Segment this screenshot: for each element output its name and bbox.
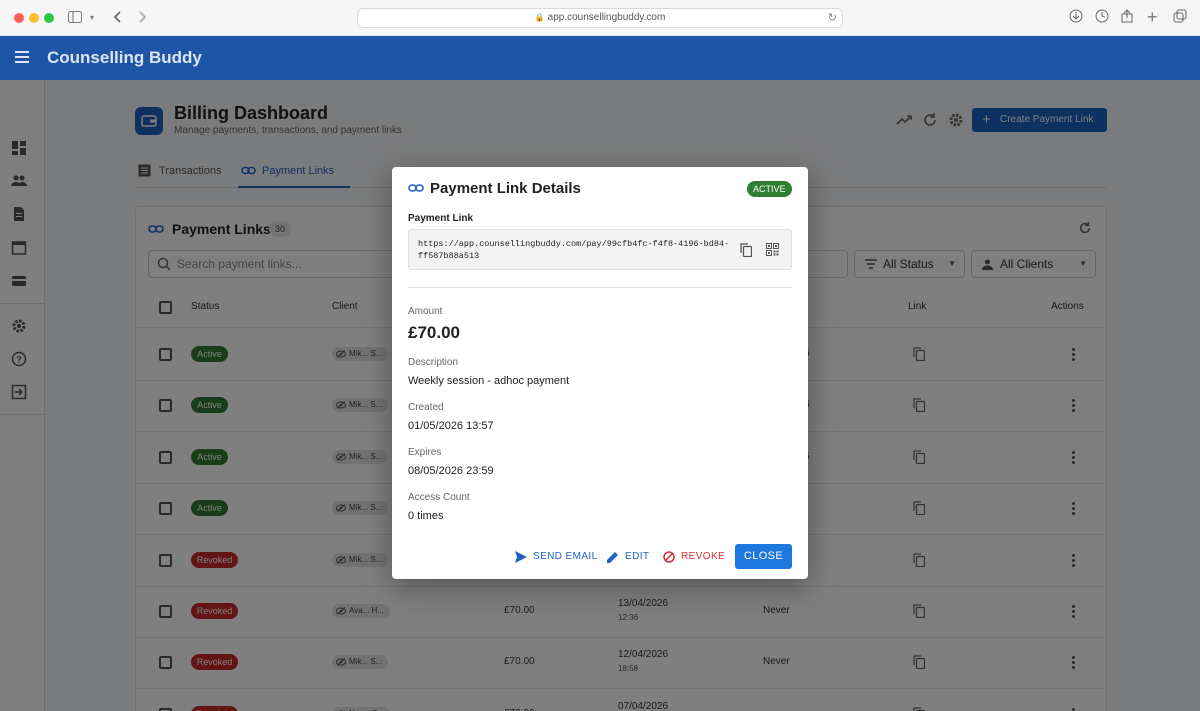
edit-button[interactable]: EDIT xyxy=(607,550,649,564)
forward-icon[interactable] xyxy=(137,8,147,28)
sidebar-toggle-icon[interactable] xyxy=(68,8,82,28)
share-icon[interactable] xyxy=(1121,8,1133,28)
app-bar: Counselling Buddy xyxy=(0,36,1200,80)
new-tab-icon[interactable]: + xyxy=(1147,8,1158,26)
expires-value: 08/05/2026 23:59 xyxy=(408,465,494,477)
edit-icon xyxy=(607,552,618,563)
copy-icon[interactable] xyxy=(740,243,753,262)
payment-link-details-dialog: Payment Link Details ACTIVE Payment Link… xyxy=(392,167,808,579)
edit-label: EDIT xyxy=(625,551,650,562)
payment-link-url[interactable]: https://app.counsellingbuddy.com/pay/99c… xyxy=(418,238,733,262)
amount-value: £70.00 xyxy=(408,323,460,342)
created-value: 01/05/2026 13:57 xyxy=(408,420,494,432)
description-label: Description xyxy=(408,357,459,368)
back-icon[interactable] xyxy=(113,8,123,28)
reload-icon[interactable]: ↻ xyxy=(828,9,837,27)
minimize-window-button[interactable] xyxy=(29,13,39,23)
maximize-window-button[interactable] xyxy=(44,13,54,23)
send-email-button[interactable]: SEND EMAIL xyxy=(515,550,598,564)
send-icon xyxy=(515,551,527,563)
dialog-title: Payment Link Details xyxy=(430,180,581,197)
link-icon xyxy=(408,184,424,192)
access-count-label: Access Count xyxy=(408,492,470,503)
block-icon xyxy=(663,551,675,563)
address-bar[interactable]: 🔒 app.counsellingbuddy.com ↻ xyxy=(357,8,843,28)
url-text: app.counsellingbuddy.com xyxy=(547,12,666,23)
close-button[interactable]: CLOSE xyxy=(735,544,792,569)
browser-chrome: ▾ 🔒 app.counsellingbuddy.com ↻ + xyxy=(0,0,1200,36)
download-icon[interactable] xyxy=(1069,8,1083,28)
created-label: Created xyxy=(408,402,444,413)
tabs-overview-icon[interactable] xyxy=(1173,8,1187,28)
send-email-label: SEND EMAIL xyxy=(533,551,598,562)
close-window-button[interactable] xyxy=(14,13,24,23)
revoke-button[interactable]: REVOKE xyxy=(663,550,725,564)
access-count-value: 0 times xyxy=(408,510,444,522)
lock-icon: 🔒 xyxy=(534,13,545,22)
chevron-down-icon[interactable]: ▾ xyxy=(90,8,94,28)
payment-link-box: https://app.counsellingbuddy.com/pay/99c… xyxy=(408,229,792,270)
amount-label: Amount xyxy=(408,306,443,317)
history-icon[interactable] xyxy=(1095,8,1109,28)
qr-code-icon[interactable] xyxy=(766,243,779,261)
status-badge: ACTIVE xyxy=(747,181,792,197)
revoke-label: REVOKE xyxy=(681,551,726,562)
menu-icon[interactable] xyxy=(15,51,29,63)
expires-label: Expires xyxy=(408,447,442,458)
payment-link-label: Payment Link xyxy=(408,213,474,224)
description-value: Weekly session - adhoc payment xyxy=(408,375,570,387)
app-title: Counselling Buddy xyxy=(47,48,202,67)
